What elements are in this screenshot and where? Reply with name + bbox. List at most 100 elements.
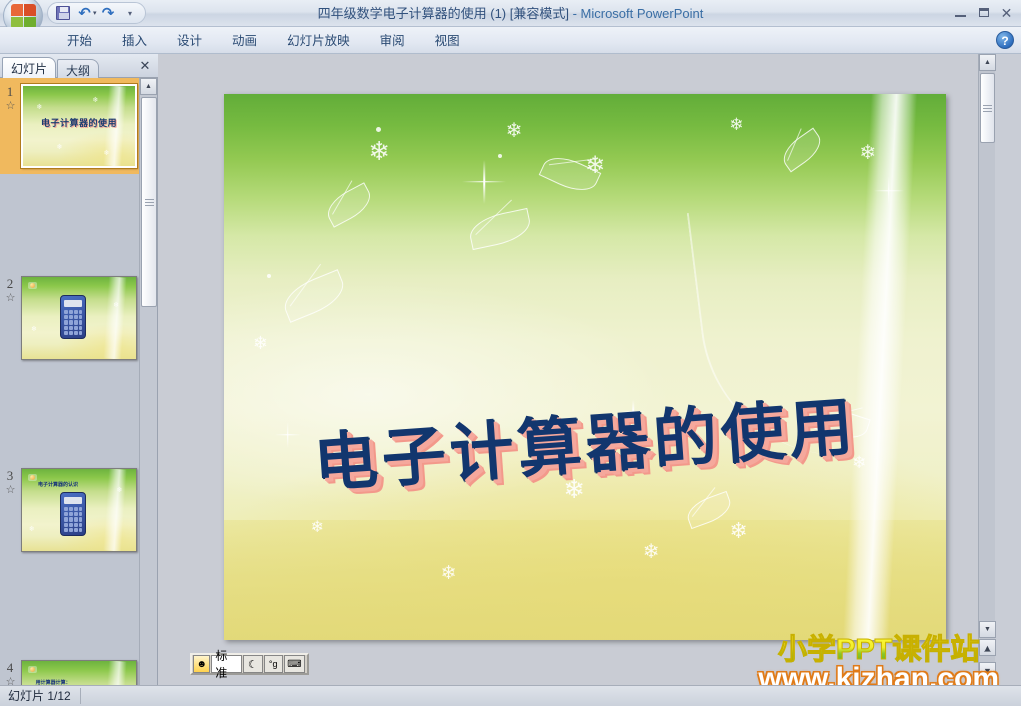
sparkle-icon [462, 160, 506, 204]
current-slide[interactable]: ❄ ❄ ❄ ❄ ❄ ❄ ❄ ❄ ❄ ❄ ❄ ❄ 电子计算器的使用 [224, 94, 946, 640]
ime-toolbar[interactable]: ☻ 标准 ☾ °g ⌨ [190, 649, 309, 680]
tab-slides[interactable]: 幻灯片 [2, 57, 57, 78]
save-button[interactable] [52, 4, 73, 23]
thumbnail-image[interactable]: 用计算器计算： 57 + 28 = 85 12 - 6 = 6 9 - 27 =… [21, 660, 137, 685]
slides-panel: 幻灯片 大纲 ✕ 1 ☆ ❄ ❄ ❄ ❄ 电子计算器的使用 2 ☆ ❄ ❄ 3 … [0, 54, 158, 685]
redo-icon: ↷ [101, 5, 115, 22]
previous-slide-button[interactable]: ▲ ─ [979, 639, 996, 656]
layout-icon: ☆ [5, 292, 16, 304]
panel-tab-bar: 幻灯片 大纲 ✕ [0, 54, 158, 78]
tab-animations[interactable]: 动画 [217, 29, 272, 53]
snowflake-icon: ❄ [368, 135, 391, 166]
tab-slideshow[interactable]: 幻灯片放映 [272, 29, 365, 53]
snowflake-icon: ❄ [585, 152, 606, 180]
snowflake-icon: ❄ [31, 326, 37, 334]
layout-icon: ☆ [5, 100, 16, 112]
snowflake-icon: ❄ [28, 526, 35, 534]
customize-qat-button[interactable]: ▾ [120, 4, 141, 23]
layout-icon: ☆ [5, 484, 16, 496]
thumbnail-image[interactable]: ❄ ❄ ❄ ❄ 电子计算器的使用 [20, 83, 138, 169]
status-divider [80, 688, 81, 704]
scroll-up-button[interactable]: ▲ [140, 78, 157, 95]
ime-logo-icon[interactable]: ☻ [193, 655, 211, 673]
thumbnail-number: 1 [6, 84, 14, 99]
thumbnail-image[interactable]: ❄ ❄ [21, 276, 137, 360]
mini-title: 电子计算器的使用 [40, 118, 117, 129]
tab-outline[interactable]: 大纲 [57, 59, 100, 78]
thumbnail-number: 3 [6, 468, 14, 483]
window-title: 四年级数学电子计算器的使用 (1) [兼容模式] - Microsoft Pow… [0, 0, 1021, 27]
close-icon: ✕ [1000, 4, 1013, 21]
restore-button[interactable] [973, 3, 994, 22]
ime-keyboard-icon[interactable]: ⌨ [283, 655, 305, 673]
status-bar: 幻灯片 1/12 [0, 685, 1021, 706]
tab-view[interactable]: 视图 [420, 29, 475, 53]
quick-access-toolbar: ↶ ▾ ↷ ▾ [47, 2, 146, 24]
slide-editing-area: ❄ ❄ ❄ ❄ ❄ ❄ ❄ ❄ ❄ ❄ ❄ ❄ 电子计算器的使用 ▲ ▼ ▲ ─ … [158, 54, 996, 685]
next-slide-button[interactable]: ▼ [979, 662, 996, 679]
thumbnail-image[interactable]: 电子计算器的认识 ❄ ❄ [21, 468, 137, 552]
close-button[interactable]: ✕ [996, 3, 1017, 22]
ime-halfwidth-icon[interactable]: ☾ [243, 655, 263, 673]
leaf-icon [777, 127, 827, 173]
calculator-icon [60, 295, 87, 340]
snowflake-icon: ❄ [729, 517, 748, 543]
snowflake-icon: ❄ [116, 487, 123, 495]
mini-logo-icon [28, 666, 37, 673]
calculator-icon [60, 491, 87, 536]
list-item[interactable]: 2 ☆ ❄ ❄ [0, 270, 140, 366]
dot-icon [498, 154, 503, 159]
leaf-icon [278, 268, 350, 323]
scroll-up-button[interactable]: ▲ [979, 54, 996, 71]
mini-heading: 电子计算器的认识 [37, 482, 78, 489]
snowflake-icon: ❄ [642, 540, 660, 563]
snowflake-icon: ❄ [252, 333, 268, 354]
ime-mode-button[interactable]: 标准 [211, 649, 243, 680]
panel-close-icon[interactable]: ✕ [137, 58, 153, 74]
tab-review[interactable]: 审阅 [365, 29, 420, 53]
mini-logo-icon [28, 474, 37, 481]
list-item[interactable]: 1 ☆ ❄ ❄ ❄ ❄ 电子计算器的使用 [0, 78, 140, 174]
scroll-thumb[interactable] [141, 97, 157, 307]
slide-scrollbar[interactable]: ▲ ▼ ▲ ─ ▼ [978, 54, 996, 685]
scroll-thumb[interactable] [980, 73, 995, 143]
window-title-app: Microsoft PowerPoint [580, 6, 704, 21]
undo-dropdown-icon[interactable]: ▾ [93, 9, 97, 17]
save-icon [55, 6, 70, 20]
tab-insert[interactable]: 插入 [107, 29, 162, 53]
thumbnail-number: 2 [6, 276, 14, 291]
snowflake-icon: ❄ [505, 120, 523, 143]
redo-button[interactable]: ↷ [98, 4, 119, 23]
dot-icon [375, 126, 381, 132]
snowflake-icon: ❄ [92, 97, 99, 105]
office-logo-icon [10, 3, 36, 29]
ribbon-tab-bar: 开始 插入 设计 动画 幻灯片放映 审阅 视图 ? [0, 27, 1021, 54]
scroll-down-button[interactable]: ▼ [979, 621, 996, 638]
list-item[interactable]: 4 ☆ 用计算器计算： 57 + 28 = 85 12 - 6 = 6 9 - … [0, 654, 140, 685]
leaf-icon [467, 207, 534, 251]
dot-icon [267, 274, 272, 279]
snowflake-icon: ❄ [36, 103, 43, 111]
slide-bottom-band [224, 519, 946, 640]
ime-punctuation-icon[interactable]: °g [263, 655, 283, 673]
snowflake-icon: ❄ [440, 562, 457, 584]
slide-counter: 幻灯片 1/12 [8, 689, 71, 703]
leaf-icon [321, 182, 377, 229]
slide-thumbnail-list[interactable]: 1 ☆ ❄ ❄ ❄ ❄ 电子计算器的使用 2 ☆ ❄ ❄ 3 ☆ 电子计算器的认… [0, 78, 140, 685]
ribbon-tabs: 开始 插入 设计 动画 幻灯片放映 审阅 视图 [52, 27, 475, 54]
slides-panel-scrollbar[interactable]: ▲ [139, 78, 157, 685]
snowflake-icon: ❄ [113, 301, 120, 309]
undo-icon: ↶ [78, 5, 91, 22]
mini-logo-icon [28, 282, 37, 289]
window-controls: ✕ [950, 3, 1017, 22]
window-title-sep: - [568, 6, 581, 21]
minimize-button[interactable] [950, 3, 971, 22]
restore-icon [978, 8, 989, 17]
tab-design[interactable]: 设计 [162, 29, 217, 53]
thumbnail-number: 4 [6, 660, 14, 675]
chevron-down-icon: ▾ [128, 8, 133, 18]
help-button[interactable]: ? [996, 31, 1014, 49]
tab-home[interactable]: 开始 [52, 29, 107, 53]
list-item[interactable]: 3 ☆ 电子计算器的认识 ❄ ❄ [0, 462, 140, 558]
undo-button[interactable]: ↶ [74, 4, 95, 23]
